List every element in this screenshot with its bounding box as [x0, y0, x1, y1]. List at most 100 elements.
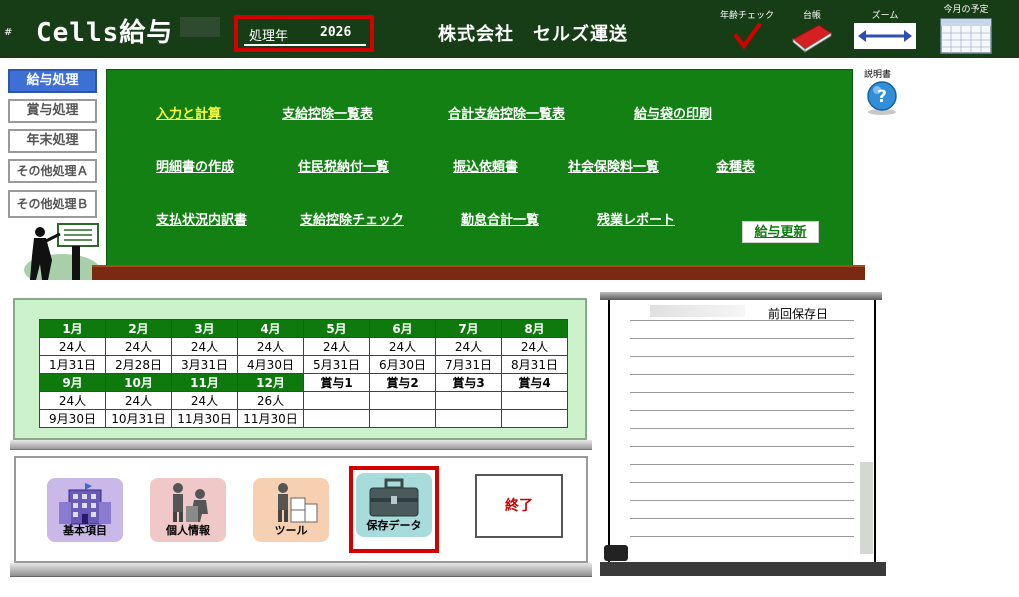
ledger-button[interactable]: 台帳: [786, 8, 838, 56]
calendar-month-cell[interactable]: 4月: [237, 319, 304, 338]
calendar-table: 1月 2月 3月 4月 5月 6月 7月 8月 24人 24人 24人 24人 …: [39, 319, 568, 428]
manual-label: 説明書: [864, 70, 892, 80]
calendar-shelf: [10, 440, 592, 450]
processing-year-box[interactable]: 処理年 2026: [234, 15, 374, 52]
calendar-month-cell[interactable]: 10月: [105, 373, 172, 392]
calendar-count-row: 24人 24人 24人 24人 24人 24人 24人 24人: [39, 337, 568, 356]
calendar-icon: [940, 18, 992, 54]
side-item-year-end[interactable]: 年末処理: [8, 129, 97, 153]
calendar-date-cell: 1月31日: [39, 355, 106, 374]
link-social-insurance-list[interactable]: 社会保険料一覧: [568, 156, 659, 175]
link-create-statement[interactable]: 明細書の作成: [156, 156, 234, 175]
link-pay-deduction-list[interactable]: 支給控除一覧表: [282, 103, 373, 122]
basic-items-label: 基本項目: [63, 524, 107, 537]
notebook-line: [630, 428, 854, 429]
calendar-month-cell[interactable]: 8月: [501, 319, 568, 338]
tools-label: ツール: [274, 524, 308, 537]
calendar-date-row: 1月31日 2月28日 3月31日 4月30日 5月31日 6月30日 7月31…: [39, 355, 568, 374]
age-check-button[interactable]: 年齢チェック: [716, 8, 778, 54]
board-shelf: [92, 265, 865, 280]
calendar-count-cell: [369, 391, 436, 410]
notebook-line: [630, 446, 854, 447]
link-resident-tax-list[interactable]: 住民税納付一覧: [298, 156, 389, 175]
save-data-button[interactable]: 保存データ: [356, 473, 432, 537]
calendar-month-cell[interactable]: 11月: [171, 373, 238, 392]
calendar-bonus-cell[interactable]: 賞与4: [501, 373, 568, 392]
tools-button[interactable]: ツール: [253, 478, 329, 542]
calendar-month-row: 1月 2月 3月 4月 5月 6月 7月 8月: [39, 319, 568, 338]
calendar-month-cell[interactable]: 6月: [369, 319, 436, 338]
notebook-header-decoration: [650, 305, 745, 317]
calendar-count-cell: 24人: [303, 337, 370, 356]
app-title: Cells給与: [36, 18, 174, 48]
notebook-bottom-bar: [600, 562, 886, 576]
calendar-date-cell: 2月28日: [105, 355, 172, 374]
link-transfer-request[interactable]: 振込依頼書: [453, 156, 518, 175]
calendar-count-cell: 24人: [171, 337, 238, 356]
personal-info-button[interactable]: 個人情報: [150, 478, 226, 542]
link-attendance-total-list[interactable]: 勤怠合計一覧: [461, 209, 539, 228]
calendar-month-cell[interactable]: 9月: [39, 373, 106, 392]
save-data-label: 保存データ: [366, 519, 422, 532]
calendar-count-cell: 24人: [171, 391, 238, 410]
help-icon[interactable]: ?: [864, 80, 900, 116]
side-item-bonus[interactable]: 賞与処理: [8, 99, 97, 123]
exit-button[interactable]: 終了: [475, 474, 563, 538]
app-window: # Cells給与 処理年 2026 株式会社 セルズ運送 年齢チェック 台帳: [0, 0, 1019, 597]
calendar-bonus-cell[interactable]: 賞与1: [303, 373, 370, 392]
notebook-line: [630, 338, 854, 339]
basic-items-button[interactable]: 基本項目: [47, 478, 123, 542]
calendar-count-cell: 24人: [501, 337, 568, 356]
calendar-count-row: 24人 24人 24人 26人: [39, 391, 568, 410]
calendar-count-cell: 24人: [105, 391, 172, 410]
calendar-date-cell: 11月30日: [171, 409, 238, 428]
zoom-button[interactable]: ズーム: [850, 8, 920, 54]
svg-text:?: ?: [877, 87, 887, 107]
toolbox-icon: [369, 478, 419, 517]
link-denomination-table[interactable]: 金種表: [716, 156, 755, 175]
calendar-bonus-cell[interactable]: 賞与2: [369, 373, 436, 392]
building-icon: [59, 483, 111, 525]
calendar-count-cell: 24人: [105, 337, 172, 356]
calendar-count-cell: [501, 391, 568, 410]
calendar-count-cell: 24人: [237, 337, 304, 356]
calendar-date-cell: [369, 409, 436, 428]
link-input-calc[interactable]: 入力と計算: [156, 103, 221, 122]
year-label: 処理年: [249, 29, 289, 44]
notebook-scrollbar[interactable]: [860, 462, 873, 554]
link-pay-deduction-check[interactable]: 支給控除チェック: [300, 209, 404, 228]
notebook-line: [630, 410, 854, 411]
calendar-date-cell: 10月31日: [105, 409, 172, 428]
side-item-salary[interactable]: 給与処理: [8, 69, 97, 93]
notebook-top-bar: [600, 292, 882, 300]
salary-update-button[interactable]: 給与更新: [742, 221, 819, 243]
calendar-date-cell: [435, 409, 502, 428]
link-payment-breakdown[interactable]: 支払状況内訳書: [156, 209, 247, 228]
link-overtime-report[interactable]: 残業レポート: [597, 209, 675, 228]
month-schedule-label: 今月の予定: [943, 5, 989, 15]
person-at-desk-icon: [173, 483, 208, 522]
age-check-label: 年齢チェック: [719, 11, 774, 21]
notebook-line: [630, 500, 854, 501]
calendar-month-cell[interactable]: 1月: [39, 319, 106, 338]
header-bar: # Cells給与 処理年 2026 株式会社 セルズ運送 年齢チェック 台帳: [0, 0, 1019, 58]
month-schedule-button[interactable]: 今月の予定: [934, 2, 998, 58]
year-underline: [244, 44, 366, 46]
calendar-month-cell[interactable]: 5月: [303, 319, 370, 338]
link-total-pay-deduction-list[interactable]: 合計支給控除一覧表: [448, 103, 565, 122]
side-item-other-b[interactable]: その他処理Ｂ: [8, 190, 97, 218]
calendar-date-cell: 8月31日: [501, 355, 568, 374]
notebook-binding: [604, 545, 628, 561]
side-item-other-a[interactable]: その他処理Ａ: [8, 159, 97, 183]
calendar-month-cell[interactable]: 3月: [171, 319, 238, 338]
worker-with-boxes-icon: [278, 483, 318, 523]
notebook-line: [630, 518, 854, 519]
zoom-label: ズーム: [871, 11, 899, 21]
calendar-month-cell[interactable]: 2月: [105, 319, 172, 338]
calendar-month-cell[interactable]: 12月: [237, 373, 304, 392]
calendar-bonus-cell[interactable]: 賞与3: [435, 373, 502, 392]
calendar-month-cell[interactable]: 7月: [435, 319, 502, 338]
link-pay-envelope-print[interactable]: 給与袋の印刷: [634, 103, 712, 122]
calendar-count-cell: 26人: [237, 391, 304, 410]
year-value[interactable]: 2026: [320, 25, 351, 40]
